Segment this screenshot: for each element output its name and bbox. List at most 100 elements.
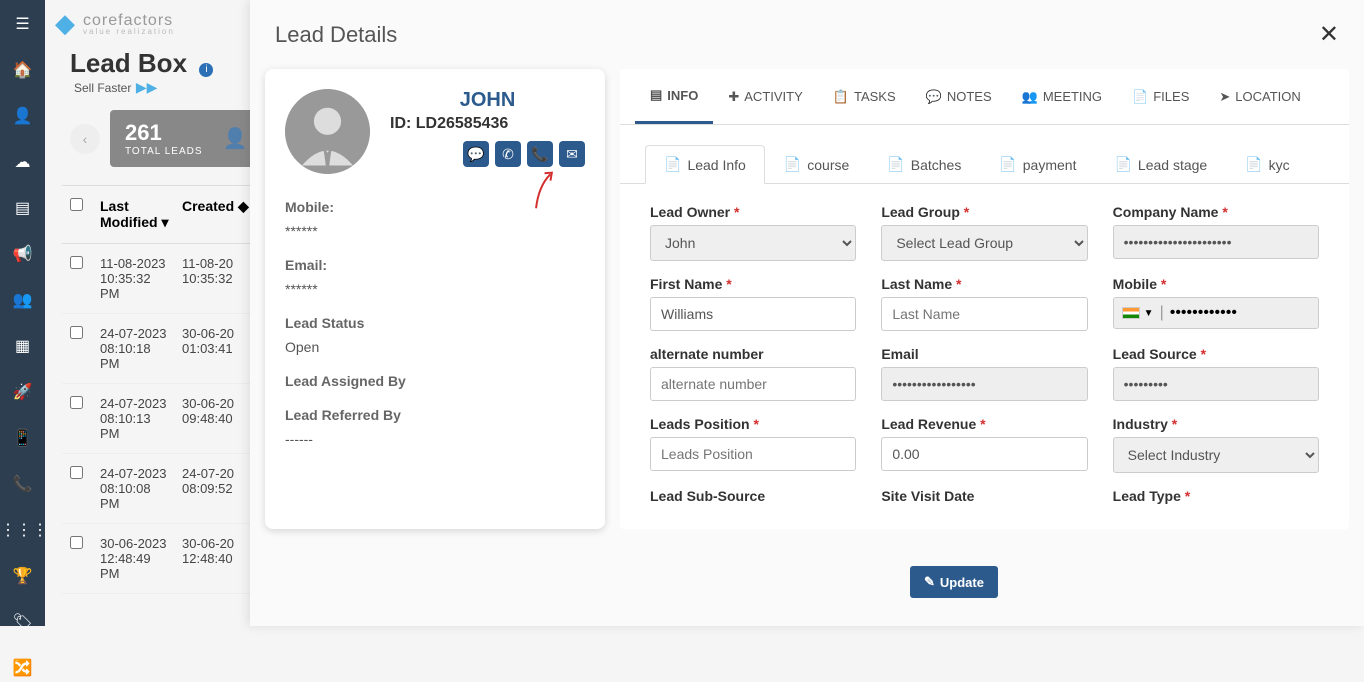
tab-info[interactable]: ▤INFO bbox=[635, 69, 713, 124]
shuffle-icon[interactable]: 🔀 bbox=[0, 654, 45, 682]
mobile-input[interactable]: ▼|•••••••••••• bbox=[1113, 297, 1319, 329]
email-icon[interactable]: ✉ bbox=[559, 141, 585, 167]
india-flag-icon bbox=[1122, 307, 1140, 319]
leadbox-subtitle: Sell Faster bbox=[74, 81, 131, 95]
tab-notes[interactable]: 💬NOTES bbox=[911, 69, 1007, 124]
tab-course[interactable]: 📄course bbox=[765, 145, 868, 183]
user-icon[interactable]: 👤 bbox=[0, 102, 45, 130]
menu-icon[interactable]: ☰ bbox=[0, 10, 45, 38]
tab-lead-info[interactable]: 📄Lead Info bbox=[645, 145, 765, 184]
tab-lead-stage[interactable]: 📄Lead stage bbox=[1095, 145, 1226, 183]
primary-tabs: ▤INFO ✚ACTIVITY 📋TASKS 💬NOTES 👥MEETING 📄… bbox=[620, 69, 1349, 125]
row-checkbox[interactable] bbox=[70, 326, 83, 339]
apps-icon[interactable]: ⋮⋮⋮ bbox=[0, 516, 45, 544]
bullhorn-icon[interactable]: 📢 bbox=[0, 240, 45, 268]
lead-group-select[interactable]: Select Lead Group bbox=[881, 225, 1087, 261]
doc-icon: 📄 bbox=[664, 156, 681, 173]
alt-number-label: alternate number bbox=[650, 346, 856, 362]
table-row[interactable]: 11-08-202310:35:32 PM11-08-2010:35:32 bbox=[62, 244, 262, 314]
leads-position-input[interactable] bbox=[650, 437, 856, 471]
tab-meeting[interactable]: 👥MEETING bbox=[1007, 69, 1117, 124]
row-checkbox[interactable] bbox=[70, 396, 83, 409]
site-visit-label: Site Visit Date bbox=[881, 488, 1087, 504]
location-icon: ➤ bbox=[1219, 89, 1230, 105]
lead-source-input[interactable] bbox=[1113, 367, 1319, 401]
sub-source-label: Lead Sub-Source bbox=[650, 488, 856, 504]
col-modified[interactable]: Last Modified ▾ bbox=[100, 198, 172, 231]
mobile-f-label: Mobile * bbox=[1113, 276, 1319, 292]
whatsapp-icon[interactable]: ✆ bbox=[495, 141, 521, 167]
phone-icon[interactable]: 📞 bbox=[0, 470, 45, 498]
doc-icon: 📄 bbox=[784, 156, 801, 173]
meeting-icon: 👥 bbox=[1022, 89, 1038, 105]
referred-value: ------ bbox=[285, 431, 585, 447]
col-created[interactable]: Created ◆ bbox=[182, 198, 254, 231]
trophy-icon[interactable]: 🏆 bbox=[0, 562, 45, 590]
first-name-label: First Name * bbox=[650, 276, 856, 292]
home-icon[interactable]: 🏠 bbox=[0, 56, 45, 84]
row-checkbox[interactable] bbox=[70, 466, 83, 479]
news-icon[interactable]: ▤ bbox=[0, 194, 45, 222]
logo-icon: ◆ bbox=[55, 8, 75, 39]
lead-revenue-input[interactable] bbox=[881, 437, 1087, 471]
referred-label: Lead Referred By bbox=[285, 407, 585, 423]
users-icon[interactable]: 👥 bbox=[0, 286, 45, 314]
tag-icon[interactable]: 🏷 bbox=[0, 608, 45, 636]
lead-details-modal: Lead Details ✕ JOHN ID: LD26585436 💬 ✆ 📞… bbox=[250, 0, 1364, 626]
mobile-icon[interactable]: 📱 bbox=[0, 424, 45, 452]
files-icon: 📄 bbox=[1132, 89, 1148, 105]
brand-name: corefactors bbox=[83, 12, 173, 29]
table-header: Last Modified ▾ Created ◆ bbox=[62, 185, 262, 244]
tab-files[interactable]: 📄FILES bbox=[1117, 69, 1204, 124]
select-all-checkbox[interactable] bbox=[70, 198, 83, 211]
chat-icon[interactable]: 💬 bbox=[463, 141, 489, 167]
last-name-input[interactable] bbox=[881, 297, 1087, 331]
email-value: ****** bbox=[285, 281, 585, 297]
company-input[interactable] bbox=[1113, 225, 1319, 259]
update-button[interactable]: ✎Update bbox=[910, 566, 998, 598]
sort-icon: ◆ bbox=[238, 198, 249, 214]
modal-title: Lead Details bbox=[275, 22, 397, 48]
tab-activity[interactable]: ✚ACTIVITY bbox=[713, 69, 817, 124]
info-icon[interactable]: i bbox=[199, 63, 213, 77]
table-row[interactable]: 24-07-202308:10:08 PM24-07-2008:09:52 bbox=[62, 454, 262, 524]
tab-location[interactable]: ➤LOCATION bbox=[1204, 69, 1315, 124]
table-row[interactable]: 24-07-202308:10:13 PM30-06-2009:48:40 bbox=[62, 384, 262, 454]
total-leads-card[interactable]: 261 TOTAL LEADS 👤 bbox=[110, 110, 262, 167]
industry-select[interactable]: Select Industry bbox=[1113, 437, 1319, 473]
call-icon[interactable]: 📞 bbox=[527, 141, 553, 167]
rocket-icon[interactable]: 🚀 bbox=[0, 378, 45, 406]
industry-label: Industry * bbox=[1113, 416, 1319, 432]
last-name-label: Last Name * bbox=[881, 276, 1087, 292]
table-row[interactable]: 24-07-202308:10:18 PM30-06-2001:03:41 bbox=[62, 314, 262, 384]
lead-form: Lead Owner *John Lead Group *Select Lead… bbox=[620, 184, 1349, 529]
mobile-value: ****** bbox=[285, 223, 585, 239]
doc-icon: 📄 bbox=[999, 156, 1016, 173]
doc-icon: 📄 bbox=[1114, 156, 1131, 173]
email-label: Email: bbox=[285, 257, 585, 273]
back-button[interactable]: ‹ bbox=[70, 124, 100, 154]
table-row[interactable]: 30-06-202312:48:49 PM30-06-2012:48:40 bbox=[62, 524, 262, 594]
plus-icon: ✚ bbox=[728, 89, 739, 105]
chevron-down-icon: ▼ bbox=[1144, 308, 1154, 319]
status-label: Lead Status bbox=[285, 315, 585, 331]
row-checkbox[interactable] bbox=[70, 536, 83, 549]
grid-icon[interactable]: ▦ bbox=[0, 332, 45, 360]
email-input[interactable] bbox=[881, 367, 1087, 401]
cloud-icon[interactable]: ☁ bbox=[0, 148, 45, 176]
first-name-input[interactable] bbox=[650, 297, 856, 331]
alt-number-input[interactable] bbox=[650, 367, 856, 401]
close-button[interactable]: ✕ bbox=[1319, 20, 1339, 49]
tab-batches[interactable]: 📄Batches bbox=[868, 145, 980, 183]
total-label: TOTAL LEADS bbox=[125, 146, 203, 157]
person-icon: 👤 bbox=[223, 126, 248, 151]
status-value: Open bbox=[285, 339, 585, 355]
row-checkbox[interactable] bbox=[70, 256, 83, 269]
lead-owner-select[interactable]: John bbox=[650, 225, 856, 261]
lead-owner-label: Lead Owner * bbox=[650, 204, 856, 220]
tab-kyc[interactable]: 📄kyc bbox=[1226, 145, 1308, 183]
tab-tasks[interactable]: 📋TASKS bbox=[818, 69, 911, 124]
total-count: 261 bbox=[125, 120, 203, 146]
tab-payment[interactable]: 📄payment bbox=[980, 145, 1095, 183]
notes-icon: 💬 bbox=[926, 89, 942, 105]
